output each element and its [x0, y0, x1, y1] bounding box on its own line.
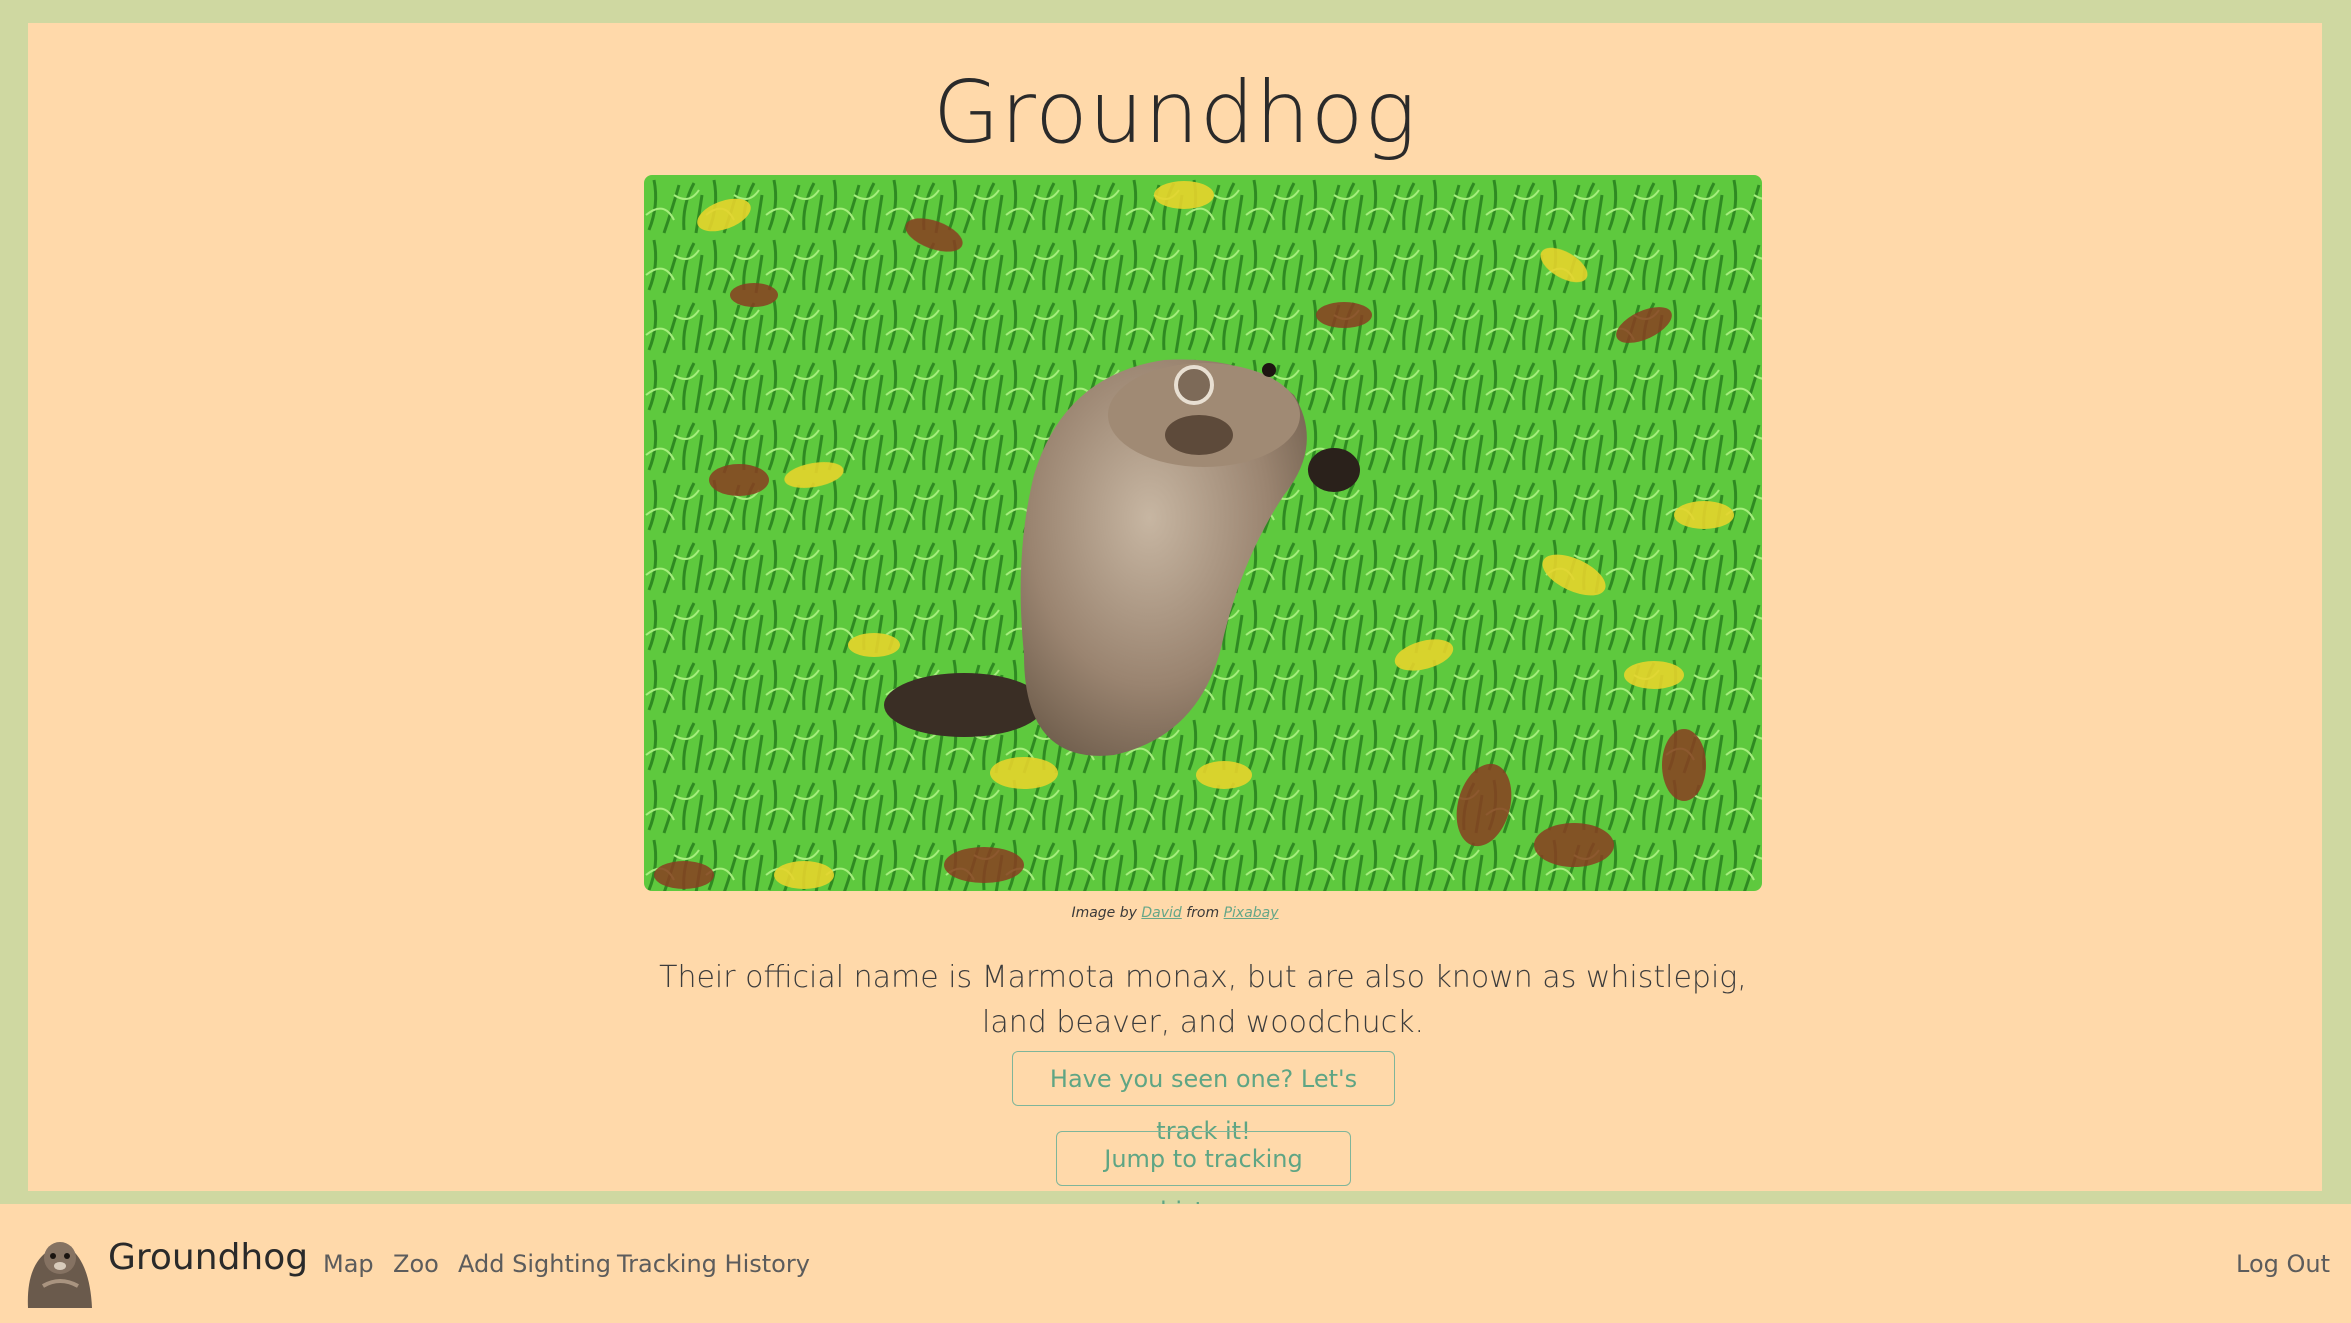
- groundhog-photo: [644, 175, 1762, 891]
- nav-link-zoo[interactable]: Zoo: [393, 1250, 439, 1278]
- nav-link-tracking-history[interactable]: Tracking History: [617, 1250, 810, 1278]
- nav-link-map[interactable]: Map: [323, 1250, 374, 1278]
- navbar-brand[interactable]: Groundhog: [108, 1237, 308, 1278]
- credit-middle: from: [1186, 905, 1220, 921]
- page-title: Groundhog: [932, 63, 1418, 163]
- image-credit: Image by David from Pixabay: [28, 905, 2322, 921]
- main-card: Groundhog Image by David from Pixabay Th…: [28, 23, 2322, 1225]
- groundhog-logo-icon[interactable]: [18, 1226, 100, 1308]
- track-sighting-button[interactable]: Have you seen one? Let's track it!: [1012, 1051, 1395, 1145]
- page-frame: Groundhog Image by David from Pixabay Th…: [0, 0, 2351, 1225]
- logout-link[interactable]: Log Out: [2236, 1250, 2330, 1278]
- tracking-history-button[interactable]: Jump to tracking history.: [1056, 1131, 1351, 1225]
- credit-author-link[interactable]: David: [1141, 905, 1181, 921]
- navbar: Groundhog Map Zoo Add Sighting Tracking …: [0, 1204, 2351, 1323]
- credit-source-link[interactable]: Pixabay: [1224, 905, 1279, 921]
- credit-prefix: Image by: [1071, 905, 1137, 921]
- nav-link-add-sighting[interactable]: Add Sighting: [458, 1250, 611, 1278]
- description: Their official name is Marmota monax, bu…: [659, 960, 1747, 1040]
